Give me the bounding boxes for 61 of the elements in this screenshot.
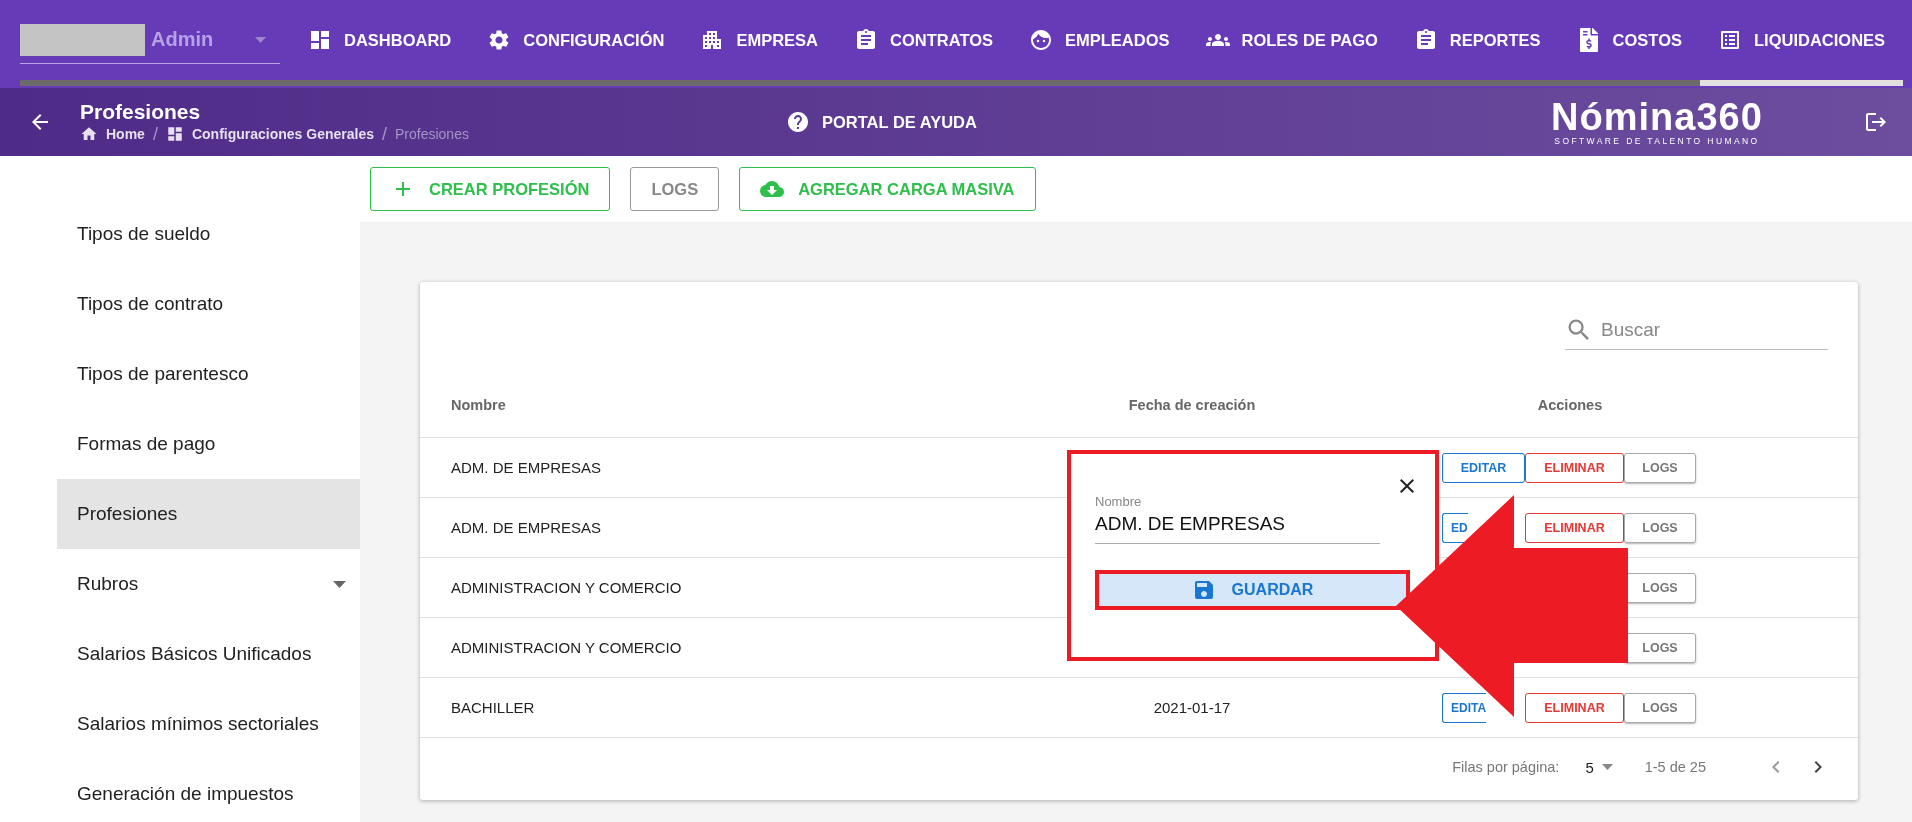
nav-tab[interactable]: CONTRATOS [836,0,1011,80]
sidebar-item[interactable]: Salarios Básicos Unificados [57,619,360,689]
logo-name: Nómina360 [1551,98,1763,136]
edit-button[interactable]: ED [1442,512,1468,543]
table-cell-text: 2021-01-17 [1152,699,1232,716]
logs-button[interactable]: LOGS [1624,692,1696,723]
breadcrumb-separator: / [382,123,387,145]
logo-tagline: SOFTWARE DE TALENTO HUMANO [1554,136,1760,146]
table-cell-text: ADM. DE EMPRESAS [451,459,603,476]
sidebar-item[interactable]: Tipos de parentesco [57,339,360,409]
nav-tab[interactable]: DASHBOARD [290,0,470,80]
breadcrumb-separator: / [152,123,158,145]
toolbar-button[interactable]: LOGS [630,167,720,211]
nav-tab[interactable]: COSTOS [1558,0,1700,80]
nav-tab[interactable]: REPORTES [1395,0,1559,80]
help-icon [786,110,810,134]
sidebar-item[interactable]: Profesiones [57,479,360,549]
breadcrumb-link[interactable]: Configuraciones Generales [191,126,374,142]
caret-icon [1601,764,1613,770]
sidebar-item[interactable]: Rubros [57,549,360,619]
sidebar-item[interactable]: Tipos de contrato [57,269,360,339]
nav-tab[interactable]: LIQUIDACIONES [1700,0,1904,80]
save-button[interactable]: GUARDAR [1095,570,1410,610]
nav-tab[interactable]: EMPLEADOS [1011,0,1188,80]
rows-per-page-select[interactable]: 5 [1585,758,1613,776]
column-header: Acciones [1536,396,1604,413]
table-cell-text: ADM. DE EMPRESAS [451,519,603,536]
caret-icon [255,36,266,43]
logout-icon[interactable] [1864,110,1888,134]
dashboard-icon [308,28,332,52]
face-icon [1029,28,1053,52]
home-icon [80,125,98,143]
sidebar-item-label: Rubros [77,573,139,595]
page-range: 1-5 de 25 [1644,759,1706,775]
page-title: Profesiones [80,99,202,124]
nav-tab[interactable]: ROLES DE PAGO [1187,0,1396,80]
column-header: Nombre [451,396,507,413]
column-header: Fecha de creación [1127,396,1257,413]
logs-button[interactable]: LOGS [1624,452,1696,483]
dashboard-icon [165,125,184,143]
nav-tab[interactable]: CONFIGURACIÓN [469,0,683,80]
delete-button[interactable]: ELIMINAR [1525,512,1624,543]
sidebar-item[interactable]: Salarios mínimos sectoriales [57,689,360,759]
sidebar-item[interactable]: Tipos de sueldo [57,199,360,269]
list-icon [1718,28,1742,52]
sidebar-item[interactable]: Generación de impuestos [57,759,360,822]
logs-button[interactable]: LOGS [1624,512,1696,543]
table-cell-text: BACHILLER [451,699,536,716]
breadcrumb-link[interactable]: Home [106,126,145,142]
rows-per-page-label: Filas por página: [1452,759,1560,775]
delete-button[interactable]: ELIMINAR [1525,692,1624,723]
edit-button[interactable]: EDITA [1442,692,1487,723]
help-portal-link[interactable]: PORTAL DE AYUDA [786,110,977,134]
user-name: Admin [151,28,215,51]
field-label: Nombre [1095,494,1142,509]
table-cell-text: ADMINISTRACION Y COMERCIO [451,579,683,596]
nav-tab[interactable]: EMPRESA [682,0,837,80]
sidebar-item[interactable]: Formas de pago [57,409,360,479]
table-cell-text: ADMINISTRACION Y COMERCIO [451,639,683,656]
edit-button[interactable]: EDITAR [1442,452,1525,483]
delete-button[interactable]: ELIMINAR [1525,452,1624,483]
